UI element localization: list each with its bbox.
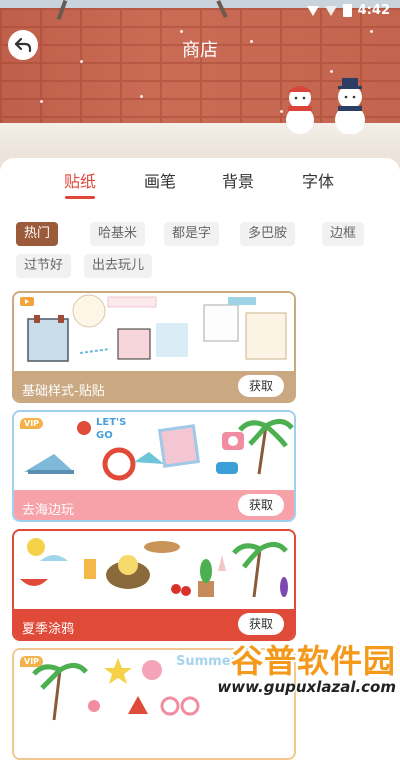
get-button[interactable]: 获取 bbox=[238, 375, 284, 397]
card-title: 去海边玩 bbox=[22, 503, 75, 518]
vip-badge: VIP bbox=[20, 656, 44, 667]
sticker-preview bbox=[14, 293, 294, 371]
filter-chip-outing[interactable]: 出去玩儿 bbox=[84, 254, 153, 278]
sticker-pack-card[interactable]: 基础样式-贴贴 获取 bbox=[12, 291, 296, 403]
tab-stickers[interactable]: 贴纸 bbox=[50, 168, 110, 199]
wifi-icon bbox=[306, 5, 319, 16]
filter-chip-hot[interactable]: 热门 bbox=[16, 222, 59, 246]
filter-chip-border[interactable]: 边框 bbox=[322, 222, 365, 246]
battery-icon bbox=[342, 4, 352, 17]
tab-backgrounds[interactable]: 背景 bbox=[208, 168, 268, 192]
sticker-pack-card[interactable]: VIP LET'S GO 去海边玩 获取 bbox=[12, 410, 296, 522]
sticker-preview bbox=[14, 531, 294, 609]
filter-chip-dopamine[interactable]: 多巴胺 bbox=[240, 222, 296, 246]
filter-chip-hajimi[interactable]: 哈基米 bbox=[90, 222, 146, 246]
sticker-text: LET'S GO bbox=[96, 417, 127, 441]
filter-chip-words[interactable]: 都是字 bbox=[164, 222, 220, 246]
snowmen-illustration bbox=[286, 78, 365, 134]
category-tabs: 贴纸 画笔 背景 字体 bbox=[0, 168, 400, 204]
header-banner: 4:42 商店 bbox=[0, 0, 400, 170]
signal-icon bbox=[324, 5, 337, 16]
tab-brushes[interactable]: 画笔 bbox=[130, 168, 190, 192]
tab-fonts[interactable]: 字体 bbox=[288, 168, 348, 192]
status-bar: 4:42 bbox=[306, 3, 390, 18]
get-button[interactable]: 获取 bbox=[238, 494, 284, 516]
status-time: 4:42 bbox=[357, 3, 390, 18]
get-button[interactable]: 获取 bbox=[238, 613, 284, 635]
watermark: 谷普软件园 www.gupuxlazal.com bbox=[210, 636, 396, 710]
watermark-url: www.gupuxlazal.com bbox=[217, 678, 396, 696]
filter-chip-holiday[interactable]: 过节好 bbox=[16, 254, 72, 278]
page-title: 商店 bbox=[182, 40, 218, 61]
vip-badge: VIP bbox=[20, 418, 44, 429]
store-content: 贴纸 画笔 背景 字体 热门 哈基米 都是字 多巴胺 边框 过节好 出去玩儿 基… bbox=[0, 158, 400, 760]
card-title: 夏季涂鸦 bbox=[22, 622, 75, 637]
tab-active-indicator bbox=[65, 196, 95, 199]
sticker-pack-card[interactable]: 夏季涂鸦 获取 bbox=[12, 529, 296, 641]
card-title: 基础样式-贴贴 bbox=[22, 384, 105, 399]
watermark-logo: 谷普软件园 bbox=[230, 642, 396, 680]
sticker-preview: VIP LET'S GO bbox=[14, 412, 294, 490]
